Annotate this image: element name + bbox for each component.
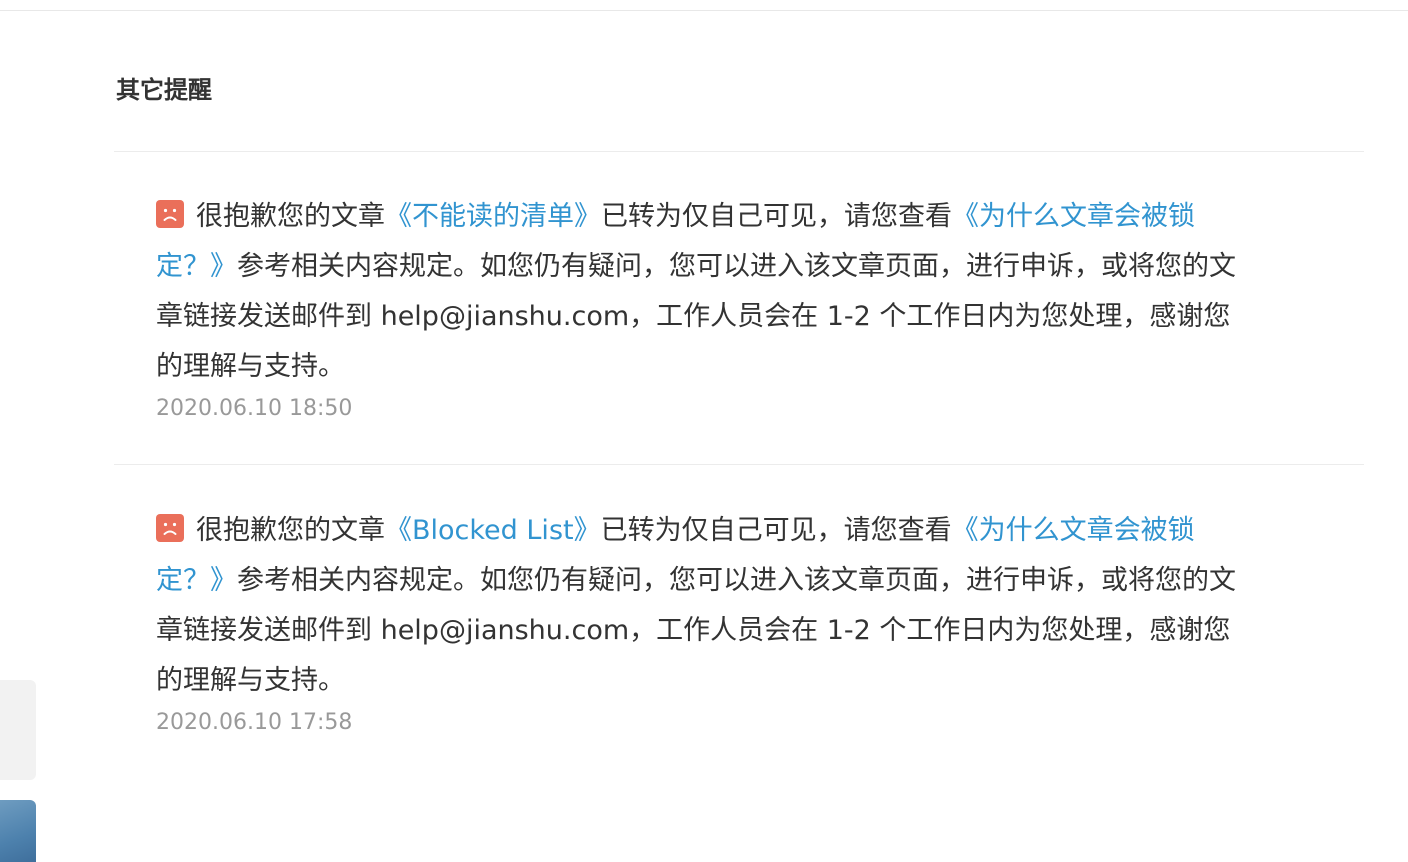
section-divider bbox=[114, 151, 1364, 152]
notice-suffix: 参考相关内容规定。如您仍有疑问，您可以进入该文章页面，进行申诉，或将您的文章链接… bbox=[156, 251, 1236, 382]
notice-middle: 已转为仅自己可见，请您查看 bbox=[600, 515, 952, 546]
notice-message: 很抱歉您的文章《不能读的清单》已转为仅自己可见，请您查看《为什么文章会被锁定？》… bbox=[156, 192, 1236, 392]
notice-message: 很抱歉您的文章《Blocked List》已转为仅自己可见，请您查看《为什么文章… bbox=[156, 506, 1236, 706]
notice-item: 很抱歉您的文章《不能读的清单》已转为仅自己可见，请您查看《为什么文章会被锁定？》… bbox=[156, 192, 1236, 422]
notice-middle: 已转为仅自己可见，请您查看 bbox=[601, 201, 952, 232]
article-link[interactable]: 《不能读的清单》 bbox=[385, 201, 601, 232]
notice-prefix: 很抱歉您的文章 bbox=[196, 515, 385, 546]
side-thumbnail[interactable] bbox=[0, 800, 36, 862]
article-link[interactable]: 《Blocked List》 bbox=[385, 515, 601, 546]
top-divider bbox=[0, 10, 1408, 11]
notice-timestamp: 2020.06.10 18:50 bbox=[156, 396, 353, 421]
notice-suffix: 参考相关内容规定。如您仍有疑问，您可以进入该文章页面，进行申诉，或将您的文章链接… bbox=[156, 565, 1236, 696]
notice-divider bbox=[114, 464, 1364, 465]
sad-face-icon bbox=[156, 514, 184, 542]
notice-timestamp: 2020.06.10 17:58 bbox=[156, 710, 353, 735]
sad-face-icon bbox=[156, 200, 184, 228]
notice-prefix: 很抱歉您的文章 bbox=[196, 201, 385, 232]
notice-item: 很抱歉您的文章《Blocked List》已转为仅自己可见，请您查看《为什么文章… bbox=[156, 506, 1236, 736]
section-title: 其它提醒 bbox=[116, 76, 212, 104]
side-panel-tab[interactable] bbox=[0, 680, 36, 780]
